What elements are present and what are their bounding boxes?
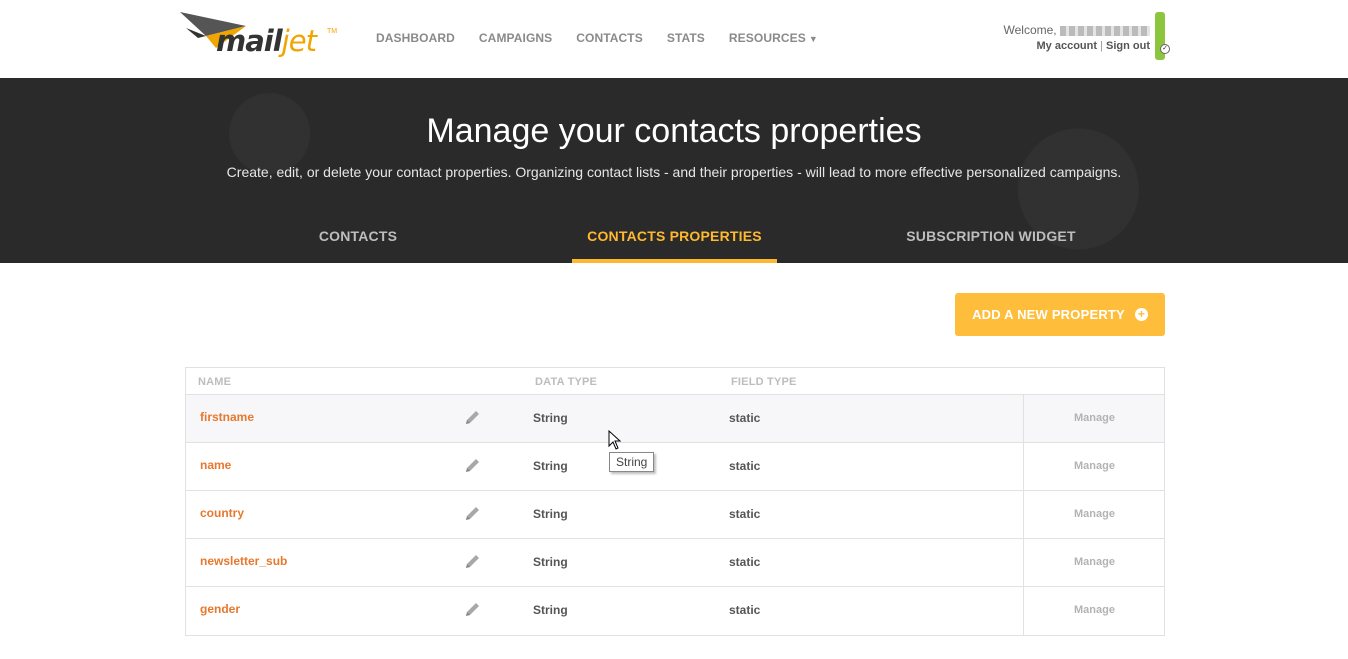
logo-wordmark: mailjet <box>216 24 317 58</box>
nav-resources-label: RESOURCES <box>728 31 806 45</box>
pencil-icon[interactable] <box>464 600 482 618</box>
logo-trademark: TM <box>327 28 338 35</box>
field-type-value: static <box>729 411 761 425</box>
properties-table: NAME DATA TYPE FIELD TYPE firstname Stri… <box>185 367 1165 636</box>
manage-button[interactable]: Manage <box>1023 443 1165 490</box>
page-subtitle: Create, edit, or delete your contact pro… <box>226 164 1122 180</box>
property-name-link[interactable]: country <box>200 506 244 520</box>
pencil-icon[interactable] <box>464 456 482 474</box>
add-property-button[interactable]: ADD A NEW PROPERTY + <box>955 293 1165 336</box>
user-welcome: Welcome, My account | Sign out <box>1004 22 1150 54</box>
hero-banner: Manage your contacts properties Create, … <box>0 78 1348 263</box>
data-type-value: String <box>533 459 568 473</box>
manage-button[interactable]: Manage <box>1023 491 1165 538</box>
nav-stats[interactable]: STATS <box>667 31 705 45</box>
property-name-link[interactable]: gender <box>200 602 240 616</box>
main-nav: DASHBOARD CAMPAIGNS CONTACTS STATS RESOU… <box>376 31 842 45</box>
tab-contacts-properties[interactable]: CONTACTS PROPERTIES <box>572 228 777 263</box>
mouse-cursor-icon <box>608 430 622 450</box>
field-type-value: static <box>729 459 761 473</box>
table-row: firstname String static Manage <box>186 395 1164 443</box>
nav-resources[interactable]: RESOURCES ▼ <box>729 31 818 45</box>
property-name-link[interactable]: newsletter_sub <box>200 554 287 568</box>
manage-button[interactable]: Manage <box>1023 395 1165 442</box>
top-header: mailjet TM DASHBOARD CAMPAIGNS CONTACTS … <box>0 0 1348 78</box>
data-type-value: String <box>533 507 568 521</box>
nav-contacts[interactable]: CONTACTS <box>576 31 643 45</box>
column-header-field-type: FIELD TYPE <box>731 376 797 388</box>
add-property-label: ADD A NEW PROPERTY <box>972 307 1125 322</box>
logo-wordmark-accent: jet <box>281 24 317 58</box>
sign-out-link[interactable]: Sign out <box>1106 40 1150 52</box>
data-type-value: String <box>533 411 568 425</box>
section-tabs: CONTACTS CONTACTS PROPERTIES SUBSCRIPTIO… <box>0 228 1348 263</box>
table-row: gender String static Manage <box>186 587 1164 635</box>
property-name-link[interactable]: firstname <box>200 410 254 424</box>
page-title: Manage your contacts properties <box>426 112 922 150</box>
manage-button[interactable]: Manage <box>1023 587 1165 635</box>
nav-campaigns[interactable]: CAMPAIGNS <box>479 31 552 45</box>
pencil-icon[interactable] <box>464 552 482 570</box>
data-type-value: String <box>533 603 568 617</box>
tooltip: String <box>609 452 655 472</box>
link-separator: | <box>1100 40 1103 52</box>
plus-circle-icon: + <box>1134 308 1148 321</box>
column-header-data-type: DATA TYPE <box>535 376 598 388</box>
caret-down-icon: ▼ <box>808 34 818 44</box>
pencil-icon[interactable] <box>464 408 482 426</box>
field-type-value: static <box>729 603 761 617</box>
table-row: country String static Manage <box>186 491 1164 539</box>
column-header-name: NAME <box>198 376 232 388</box>
nav-dashboard[interactable]: DASHBOARD <box>376 31 455 45</box>
check-icon: ✓ <box>1160 44 1170 54</box>
logo-wordmark-main: mail <box>216 24 283 58</box>
field-type-value: static <box>729 507 761 521</box>
property-name-link[interactable]: name <box>200 458 231 472</box>
table-row: newsletter_sub String static Manage <box>186 539 1164 587</box>
table-header: NAME DATA TYPE FIELD TYPE <box>186 368 1164 395</box>
tab-contacts[interactable]: CONTACTS <box>298 228 418 263</box>
redacted-username <box>1060 25 1150 36</box>
data-type-value: String <box>533 555 568 569</box>
pencil-icon[interactable] <box>464 504 482 522</box>
tab-subscription-widget[interactable]: SUBSCRIPTION WIDGET <box>890 228 1092 263</box>
table-row: name String static Manage <box>186 443 1164 491</box>
my-account-link[interactable]: My account <box>1037 40 1098 52</box>
manage-button[interactable]: Manage <box>1023 539 1165 586</box>
mailjet-logo[interactable]: mailjet TM <box>176 8 346 68</box>
welcome-label: Welcome, <box>1003 23 1057 37</box>
field-type-value: static <box>729 555 761 569</box>
